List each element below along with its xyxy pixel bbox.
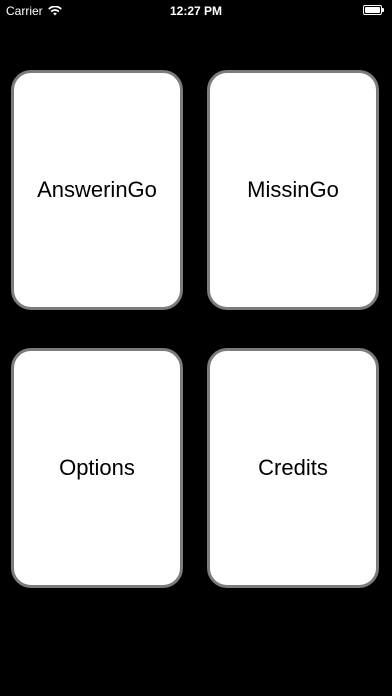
answeringo-label: AnswerinGo: [37, 177, 157, 202]
battery-icon: [363, 5, 384, 15]
credits-label: Credits: [258, 455, 328, 480]
battery-fill: [365, 7, 380, 13]
missingo-card-button[interactable]: MissinGo: [207, 70, 379, 310]
status-bar: Carrier 12:27 PM: [0, 0, 392, 22]
status-time: 12:27 PM: [169, 4, 223, 18]
credits-card-button[interactable]: Credits: [207, 348, 379, 588]
options-label: Options: [59, 455, 135, 480]
options-card-button[interactable]: Options: [11, 348, 183, 588]
app-screen: Carrier 12:27 PM AnswerinGo MissinGo Opt…: [0, 0, 392, 696]
answeringo-card-button[interactable]: AnswerinGo: [11, 70, 183, 310]
missingo-label: MissinGo: [247, 177, 339, 202]
